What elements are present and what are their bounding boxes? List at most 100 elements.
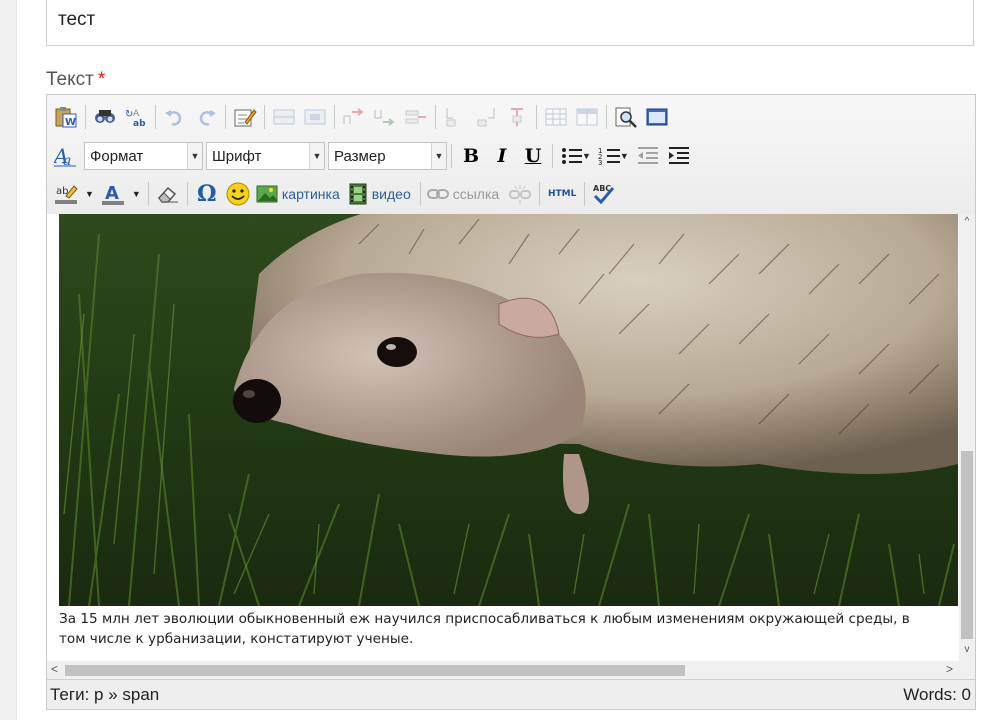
link-icon [426,189,449,199]
svg-text:A: A [133,109,140,119]
insert-link-button[interactable]: ссылка [426,186,499,202]
font-select[interactable]: Шрифт ▼ [206,142,325,170]
film-icon [349,183,367,205]
toolbar-row-2: Aa Формат ▼ Шрифт ▼ Размер ▼ B I U ▼ 1 2… [53,139,697,173]
toolbar-separator [419,182,421,206]
horizontal-scrollbar[interactable]: < > [47,661,959,679]
merge-cells-icon[interactable] [372,104,398,130]
svg-text:A: A [105,183,119,204]
toolbar-row-1: W ↻ ab A [53,100,675,134]
insert-video-label: видео [371,186,411,202]
redo-icon[interactable] [193,104,219,130]
toolbar-row-3: ab ▼ A ▼ Ω картинка видео ссылка HTML AB… [53,177,622,211]
toolbar-separator [155,105,156,129]
title-input-value: тест [58,8,96,30]
spellcheck-icon[interactable]: ABC [591,181,617,207]
smiley-icon[interactable] [225,181,251,207]
body-field-label: Текст * [46,69,105,91]
eraser-icon[interactable] [155,181,181,207]
hedgehog-photo[interactable] [59,214,958,606]
special-char-icon[interactable]: Ω [194,181,220,207]
toolbar-separator [584,182,586,206]
text-color-icon[interactable]: A [100,181,126,207]
toolbar-separator [85,105,86,129]
scroll-right-icon[interactable]: > [946,662,953,676]
toolbar-separator [552,144,553,168]
chevron-down-icon: ▼ [309,143,324,169]
insert-row-icon[interactable] [442,104,468,130]
image-icon [256,185,278,203]
outdent-icon[interactable] [635,143,661,169]
element-path[interactable]: Теги: p » span [50,685,159,705]
toolbar-separator [539,182,541,206]
scroll-left-icon[interactable]: < [51,662,58,676]
scroll-down-icon[interactable]: v [959,644,975,658]
bullet-list-icon[interactable] [559,143,585,169]
table-row-icon[interactable] [271,104,297,130]
bold-button[interactable]: B [458,143,484,169]
toolbar-separator [147,182,149,206]
toolbar-separator [451,144,452,168]
styles-icon[interactable]: Aa [53,143,79,169]
chevron-down-icon[interactable]: ▼ [85,189,94,199]
toolbar-separator [334,105,335,129]
svg-text:ab: ab [133,119,146,128]
delete-col-icon[interactable] [504,104,530,130]
edit-icon[interactable] [232,104,258,130]
italic-label: I [497,145,507,167]
vertical-scrollbar[interactable]: ^ v [959,214,975,661]
insert-col-icon[interactable] [473,104,499,130]
delete-cell-icon[interactable] [403,104,429,130]
underline-button[interactable]: U [520,143,546,169]
svg-text:W: W [65,117,76,128]
format-select[interactable]: Формат ▼ [84,142,203,170]
replace-icon[interactable]: ↻ ab A [123,104,149,130]
insert-image-button[interactable]: картинка [256,184,340,204]
svg-text:3: 3 [598,159,602,167]
numbered-list-icon[interactable]: 123 [597,143,623,169]
format-select-value: Формат [90,147,144,165]
scroll-up-icon[interactable]: ^ [959,216,975,230]
editor-toolbar: W ↻ ab A A a Формат ▼ Шрифт ▼ Размер ▼ B… [47,95,975,215]
toolbar-separator [606,105,607,129]
unlink-icon[interactable] [507,181,533,207]
required-mark: * [97,69,106,90]
insert-video-button[interactable]: видео [348,183,411,205]
preview-icon[interactable] [613,104,639,130]
editor-content-area[interactable]: За 15 млн лет эволюции обыкновенный еж н… [47,214,975,661]
toolbar-separator [264,105,265,129]
scrollbar-thumb[interactable] [65,665,685,676]
indent-icon[interactable] [666,143,692,169]
chevron-down-icon: ▼ [187,143,202,169]
table-props-icon[interactable] [543,104,569,130]
word-count: Words: 0 [903,684,971,704]
find-icon[interactable] [92,104,118,130]
scrollbar-thumb[interactable] [961,451,973,639]
undo-icon[interactable] [162,104,188,130]
bold-label: B [462,145,480,167]
title-input[interactable]: тест [46,0,974,46]
size-select[interactable]: Размер ▼ [328,142,447,170]
underline-label: U [524,145,542,167]
toolbar-separator [435,105,436,129]
paste-word-icon[interactable]: W [53,104,79,130]
split-cells-icon[interactable] [341,104,367,130]
body-field-label-text: Текст [46,69,94,90]
size-select-value: Размер [334,147,386,165]
html-source-button[interactable]: HTML [546,181,578,207]
image-caption: За 15 млн лет эволюции обыкновенный еж н… [59,611,910,647]
chevron-down-icon: ▼ [431,143,446,169]
editor-statusbar: Теги: p » span Words: 0 [47,679,975,709]
toolbar-separator [186,182,188,206]
highlight-color-icon[interactable]: ab [53,181,79,207]
table-col-icon[interactable] [302,104,328,130]
toolbar-separator [536,105,537,129]
fullscreen-icon[interactable] [644,104,670,130]
font-select-value: Шрифт [212,147,262,165]
italic-button[interactable]: I [489,143,515,169]
page-left-strip [0,0,17,720]
omega-label: Ω [197,181,217,207]
chevron-down-icon[interactable]: ▼ [132,189,141,199]
cell-props-icon[interactable] [574,104,600,130]
html-label: HTML [548,189,577,199]
